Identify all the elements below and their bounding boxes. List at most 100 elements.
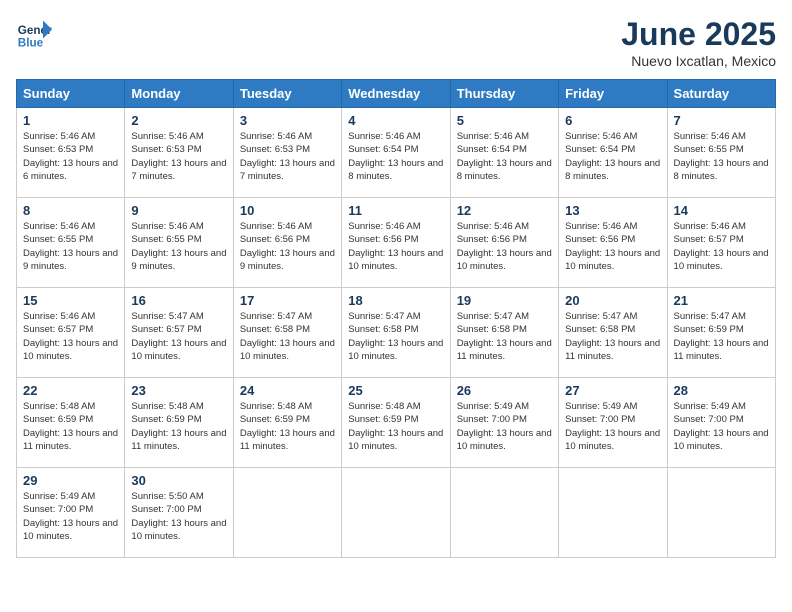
calendar-week-row: 8 Sunrise: 5:46 AMSunset: 6:55 PMDayligh… [17,198,776,288]
day-info: Sunrise: 5:47 AMSunset: 6:58 PMDaylight:… [565,310,660,363]
table-row: 19 Sunrise: 5:47 AMSunset: 6:58 PMDaylig… [450,288,558,378]
day-info: Sunrise: 5:46 AMSunset: 6:54 PMDaylight:… [457,130,552,183]
day-info: Sunrise: 5:48 AMSunset: 6:59 PMDaylight:… [131,400,226,453]
day-info: Sunrise: 5:46 AMSunset: 6:56 PMDaylight:… [348,220,443,273]
table-row: 2 Sunrise: 5:46 AMSunset: 6:53 PMDayligh… [125,108,233,198]
calendar-week-row: 22 Sunrise: 5:48 AMSunset: 6:59 PMDaylig… [17,378,776,468]
day-info: Sunrise: 5:48 AMSunset: 6:59 PMDaylight:… [23,400,118,453]
col-thursday: Thursday [450,80,558,108]
day-info: Sunrise: 5:46 AMSunset: 6:57 PMDaylight:… [23,310,118,363]
table-row: 28 Sunrise: 5:49 AMSunset: 7:00 PMDaylig… [667,378,775,468]
day-info: Sunrise: 5:46 AMSunset: 6:55 PMDaylight:… [131,220,226,273]
calendar-week-row: 29 Sunrise: 5:49 AMSunset: 7:00 PMDaylig… [17,468,776,558]
day-info: Sunrise: 5:46 AMSunset: 6:56 PMDaylight:… [565,220,660,273]
logo-icon: General Blue [16,16,52,52]
day-info: Sunrise: 5:46 AMSunset: 6:53 PMDaylight:… [23,130,118,183]
day-info: Sunrise: 5:47 AMSunset: 6:57 PMDaylight:… [131,310,226,363]
day-info: Sunrise: 5:47 AMSunset: 6:58 PMDaylight:… [240,310,335,363]
table-row: 22 Sunrise: 5:48 AMSunset: 6:59 PMDaylig… [17,378,125,468]
day-info: Sunrise: 5:46 AMSunset: 6:53 PMDaylight:… [240,130,335,183]
table-row: 6 Sunrise: 5:46 AMSunset: 6:54 PMDayligh… [559,108,667,198]
day-number: 14 [674,203,769,218]
day-number: 1 [23,113,118,128]
day-info: Sunrise: 5:46 AMSunset: 6:53 PMDaylight:… [131,130,226,183]
day-number: 25 [348,383,443,398]
day-info: Sunrise: 5:46 AMSunset: 6:56 PMDaylight:… [457,220,552,273]
day-info: Sunrise: 5:49 AMSunset: 7:00 PMDaylight:… [23,490,118,543]
day-info: Sunrise: 5:46 AMSunset: 6:55 PMDaylight:… [674,130,769,183]
col-saturday: Saturday [667,80,775,108]
day-info: Sunrise: 5:47 AMSunset: 6:59 PMDaylight:… [674,310,769,363]
day-info: Sunrise: 5:48 AMSunset: 6:59 PMDaylight:… [240,400,335,453]
logo: General Blue [16,16,52,52]
calendar-header-row: Sunday Monday Tuesday Wednesday Thursday… [17,80,776,108]
day-number: 13 [565,203,660,218]
table-row: 4 Sunrise: 5:46 AMSunset: 6:54 PMDayligh… [342,108,450,198]
day-number: 16 [131,293,226,308]
col-tuesday: Tuesday [233,80,341,108]
day-number: 12 [457,203,552,218]
table-row: 23 Sunrise: 5:48 AMSunset: 6:59 PMDaylig… [125,378,233,468]
day-number: 9 [131,203,226,218]
table-row: 1 Sunrise: 5:46 AMSunset: 6:53 PMDayligh… [17,108,125,198]
day-info: Sunrise: 5:46 AMSunset: 6:56 PMDaylight:… [240,220,335,273]
calendar-week-row: 1 Sunrise: 5:46 AMSunset: 6:53 PMDayligh… [17,108,776,198]
table-row: 10 Sunrise: 5:46 AMSunset: 6:56 PMDaylig… [233,198,341,288]
day-number: 26 [457,383,552,398]
table-row: 21 Sunrise: 5:47 AMSunset: 6:59 PMDaylig… [667,288,775,378]
table-row: 7 Sunrise: 5:46 AMSunset: 6:55 PMDayligh… [667,108,775,198]
day-number: 15 [23,293,118,308]
day-info: Sunrise: 5:49 AMSunset: 7:00 PMDaylight:… [674,400,769,453]
day-number: 19 [457,293,552,308]
calendar-week-row: 15 Sunrise: 5:46 AMSunset: 6:57 PMDaylig… [17,288,776,378]
day-info: Sunrise: 5:46 AMSunset: 6:57 PMDaylight:… [674,220,769,273]
table-row: 11 Sunrise: 5:46 AMSunset: 6:56 PMDaylig… [342,198,450,288]
day-number: 2 [131,113,226,128]
day-number: 30 [131,473,226,488]
calendar-table: Sunday Monday Tuesday Wednesday Thursday… [16,79,776,558]
day-info: Sunrise: 5:49 AMSunset: 7:00 PMDaylight:… [565,400,660,453]
day-number: 6 [565,113,660,128]
table-row: 5 Sunrise: 5:46 AMSunset: 6:54 PMDayligh… [450,108,558,198]
day-number: 22 [23,383,118,398]
day-number: 23 [131,383,226,398]
table-row: 16 Sunrise: 5:47 AMSunset: 6:57 PMDaylig… [125,288,233,378]
table-row [559,468,667,558]
day-info: Sunrise: 5:46 AMSunset: 6:54 PMDaylight:… [565,130,660,183]
day-info: Sunrise: 5:46 AMSunset: 6:54 PMDaylight:… [348,130,443,183]
day-info: Sunrise: 5:50 AMSunset: 7:00 PMDaylight:… [131,490,226,543]
title-area: June 2025 Nuevo Ixcatlan, Mexico [621,16,776,69]
table-row: 13 Sunrise: 5:46 AMSunset: 6:56 PMDaylig… [559,198,667,288]
table-row: 8 Sunrise: 5:46 AMSunset: 6:55 PMDayligh… [17,198,125,288]
day-number: 3 [240,113,335,128]
table-row [342,468,450,558]
table-row: 27 Sunrise: 5:49 AMSunset: 7:00 PMDaylig… [559,378,667,468]
table-row: 29 Sunrise: 5:49 AMSunset: 7:00 PMDaylig… [17,468,125,558]
day-info: Sunrise: 5:47 AMSunset: 6:58 PMDaylight:… [348,310,443,363]
day-number: 11 [348,203,443,218]
table-row: 26 Sunrise: 5:49 AMSunset: 7:00 PMDaylig… [450,378,558,468]
day-number: 29 [23,473,118,488]
table-row: 12 Sunrise: 5:46 AMSunset: 6:56 PMDaylig… [450,198,558,288]
day-number: 18 [348,293,443,308]
table-row: 14 Sunrise: 5:46 AMSunset: 6:57 PMDaylig… [667,198,775,288]
day-info: Sunrise: 5:49 AMSunset: 7:00 PMDaylight:… [457,400,552,453]
day-number: 20 [565,293,660,308]
table-row: 9 Sunrise: 5:46 AMSunset: 6:55 PMDayligh… [125,198,233,288]
day-number: 5 [457,113,552,128]
day-info: Sunrise: 5:48 AMSunset: 6:59 PMDaylight:… [348,400,443,453]
day-number: 21 [674,293,769,308]
col-sunday: Sunday [17,80,125,108]
col-friday: Friday [559,80,667,108]
day-number: 8 [23,203,118,218]
day-number: 28 [674,383,769,398]
table-row: 30 Sunrise: 5:50 AMSunset: 7:00 PMDaylig… [125,468,233,558]
table-row: 20 Sunrise: 5:47 AMSunset: 6:58 PMDaylig… [559,288,667,378]
day-info: Sunrise: 5:47 AMSunset: 6:58 PMDaylight:… [457,310,552,363]
table-row: 24 Sunrise: 5:48 AMSunset: 6:59 PMDaylig… [233,378,341,468]
svg-text:Blue: Blue [18,37,44,50]
month-title: June 2025 [621,16,776,53]
location-title: Nuevo Ixcatlan, Mexico [621,53,776,69]
table-row: 15 Sunrise: 5:46 AMSunset: 6:57 PMDaylig… [17,288,125,378]
page-header: General Blue June 2025 Nuevo Ixcatlan, M… [16,16,776,69]
